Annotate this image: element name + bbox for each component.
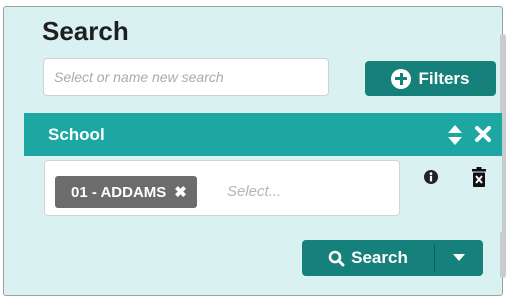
info-icon[interactable] <box>424 170 438 184</box>
page-title: Search <box>42 16 129 46</box>
filters-button-label: Filters <box>418 68 470 88</box>
search-button[interactable]: Search <box>302 240 434 276</box>
search-name-input[interactable] <box>43 58 329 96</box>
sort-icon[interactable] <box>447 123 463 147</box>
trash-icon[interactable] <box>472 167 486 187</box>
school-section-header: School <box>24 113 502 156</box>
close-icon[interactable] <box>475 126 491 142</box>
selected-school-chip: 01 - ADDAMS ✖ <box>55 176 197 208</box>
filters-button[interactable]: Filters <box>365 61 496 96</box>
search-button-label: Search <box>351 248 408 267</box>
school-section-body: 01 - ADDAMS ✖ Select... <box>24 156 502 232</box>
chip-label: 01 - ADDAMS <box>71 183 167 201</box>
search-button-group: Search <box>302 240 483 276</box>
plus-circle-icon <box>391 68 412 89</box>
school-section-title: School <box>48 124 105 144</box>
chip-remove-icon[interactable]: ✖ <box>174 185 187 200</box>
magnifier-icon <box>328 250 345 266</box>
select-placeholder: Select... <box>227 183 282 200</box>
caret-down-icon <box>453 254 465 261</box>
school-select[interactable]: 01 - ADDAMS ✖ Select... <box>44 160 400 216</box>
search-options-dropdown[interactable] <box>435 240 483 276</box>
